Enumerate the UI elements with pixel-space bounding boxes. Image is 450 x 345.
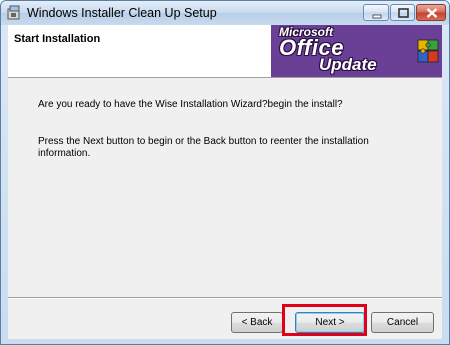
setup-window: Windows Installer Clean Up Setup Start I… xyxy=(0,0,450,345)
button-divider xyxy=(8,297,442,299)
install-instructions: Press the Next button to begin or the Ba… xyxy=(38,136,369,159)
back-button-label: < Back xyxy=(241,317,273,328)
cancel-button-label: Cancel xyxy=(386,317,419,328)
puzzle-icon xyxy=(417,39,439,63)
maximize-button[interactable] xyxy=(390,4,415,21)
minimize-button[interactable] xyxy=(363,4,389,21)
back-button[interactable]: < Back xyxy=(231,312,283,333)
minimize-icon xyxy=(372,14,382,19)
maximize-icon xyxy=(398,8,409,18)
close-icon xyxy=(426,8,438,18)
installer-app-icon xyxy=(7,5,20,20)
logo-line-update: Update xyxy=(319,55,377,74)
install-question: Are you ready to have the Wise Installat… xyxy=(38,99,343,110)
window-title: Windows Installer Clean Up Setup xyxy=(27,6,217,20)
cancel-button[interactable]: Cancel xyxy=(371,312,434,333)
title-bar[interactable]: Windows Installer Clean Up Setup xyxy=(1,1,449,25)
wizard-header: Start Installation Microsoft Office Upda… xyxy=(8,25,442,78)
page-title: Start Installation xyxy=(14,33,101,45)
close-button[interactable] xyxy=(416,4,446,21)
next-button-highlight xyxy=(282,304,367,336)
office-update-logo: Microsoft Office Update xyxy=(271,25,442,77)
wizard-client-area: Start Installation Microsoft Office Upda… xyxy=(8,25,442,339)
